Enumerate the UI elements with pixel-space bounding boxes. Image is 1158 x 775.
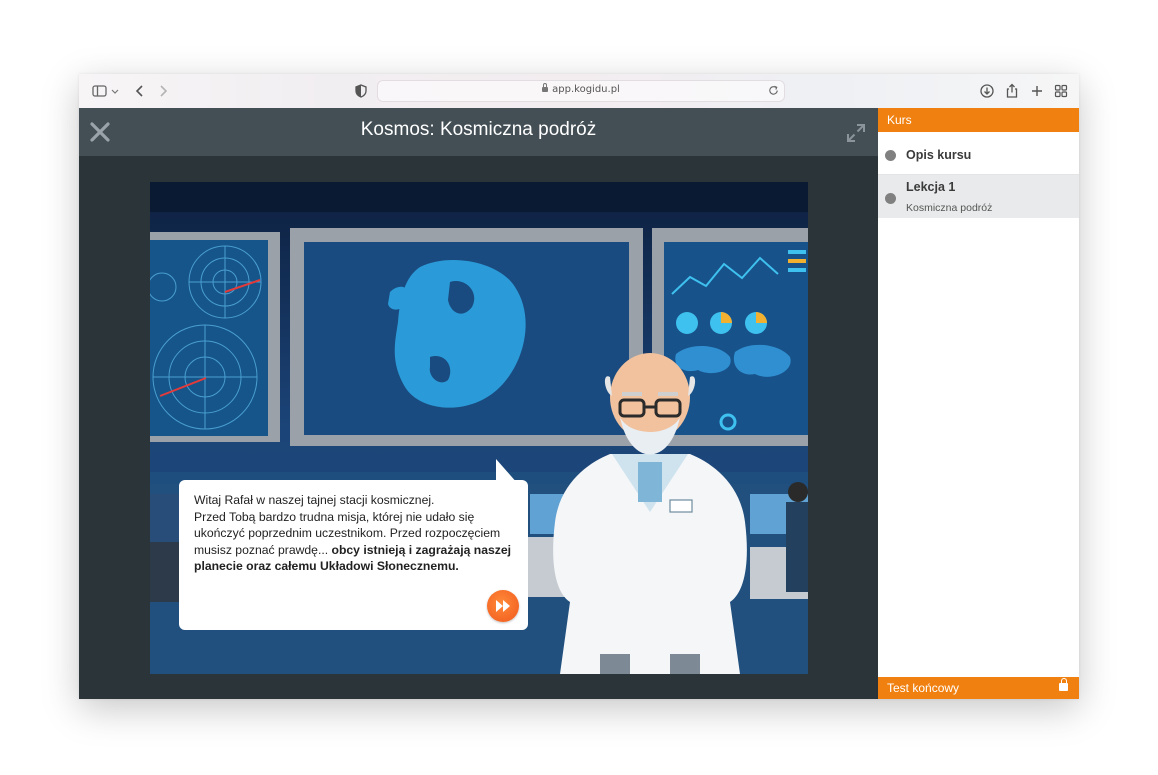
sidebar-item-label: Opis kursu	[906, 148, 972, 162]
privacy-shield-icon[interactable]	[352, 82, 370, 100]
sidebar-item-opis-kursu[interactable]: Opis kursu	[878, 136, 1079, 174]
share-icon[interactable]	[1003, 82, 1021, 100]
next-button[interactable]	[487, 590, 519, 622]
status-dot-icon	[885, 193, 896, 204]
status-dot-icon	[885, 150, 896, 161]
address-bar[interactable]: app.kogidu.pl	[377, 80, 785, 102]
sidebar-item-label: Lekcja 1	[906, 180, 956, 194]
forward-icon[interactable]	[154, 82, 172, 100]
final-test-button[interactable]: Test końcowy	[878, 677, 1079, 699]
player-header: Kosmos: Kosmiczna podróż	[79, 108, 878, 156]
course-sidebar: Kurs Opis kursu Lekcja 1 Kosmiczna podró…	[878, 108, 1079, 699]
fullscreen-icon[interactable]	[846, 123, 866, 143]
dialog-text: Witaj Rafał w naszej tajnej stacji kosmi…	[194, 492, 519, 575]
lesson-title: Kosmos: Kosmiczna podróż	[360, 119, 597, 140]
sidebar-item-sublabel: Kosmiczna podróż	[906, 202, 993, 214]
course-player: Kosmos: Kosmiczna podróż Witaj Rafał w n…	[79, 108, 878, 699]
lock-icon	[1059, 678, 1068, 691]
tab-overview-icon[interactable]	[1052, 82, 1070, 100]
final-test-label: Test końcowy	[887, 681, 960, 695]
sidebar-header-label: Kurs	[887, 113, 912, 127]
lock-icon	[542, 83, 549, 92]
dialog-line-1: Witaj Rafał w naszej tajnej stacji kosmi…	[194, 493, 435, 507]
sidebar-header: Kurs	[878, 108, 1079, 132]
reload-icon[interactable]	[767, 84, 780, 97]
back-icon[interactable]	[131, 82, 149, 100]
chevron-down-icon[interactable]	[110, 82, 120, 100]
lesson-stage: Witaj Rafał w naszej tajnej stacji kosmi…	[150, 182, 808, 674]
sidebar-toggle-icon[interactable]	[91, 82, 109, 100]
fast-forward-icon	[496, 600, 510, 612]
new-tab-icon[interactable]	[1028, 82, 1046, 100]
sidebar-item-lekcja-1[interactable]: Lekcja 1 Kosmiczna podróż	[878, 175, 1079, 218]
speech-bubble: Witaj Rafał w naszej tajnej stacji kosmi…	[179, 480, 528, 630]
browser-toolbar: app.kogidu.pl	[79, 74, 1079, 109]
url-text: app.kogidu.pl	[552, 84, 620, 95]
browser-window: app.kogidu.pl Kosmos: Kosmiczna podróż W…	[79, 74, 1079, 699]
download-icon[interactable]	[978, 82, 996, 100]
